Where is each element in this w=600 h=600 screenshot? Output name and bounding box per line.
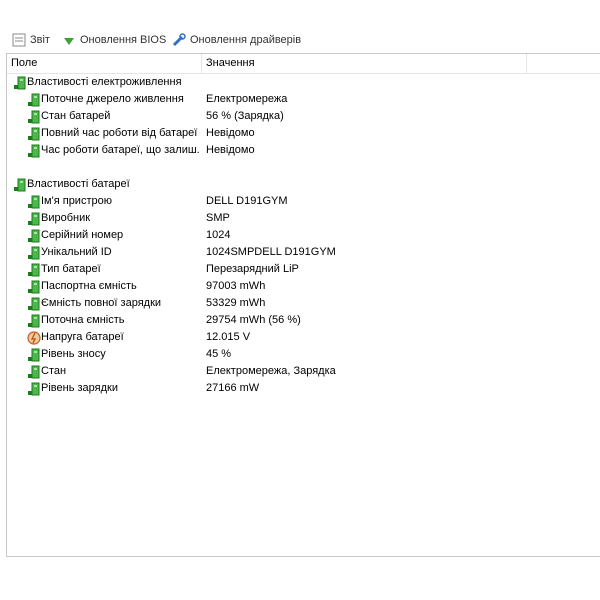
battery-icon: [28, 144, 40, 158]
property-field: Поточна ємність: [41, 314, 125, 326]
property-row[interactable]: Рівень зносу 45 %: [7, 346, 600, 363]
property-row[interactable]: Стан батарей 56 % (Зарядка): [7, 108, 600, 125]
property-field: Рівень зарядки: [41, 382, 118, 394]
battery-icon: [28, 195, 40, 209]
property-field: Напруга батареї: [41, 331, 124, 343]
battery-icon: [28, 127, 40, 141]
property-field: Поточне джерело живлення: [41, 93, 184, 105]
property-field: Час роботи батареї, що залиш...: [41, 144, 199, 156]
property-row[interactable]: Паспортна ємність 97003 mWh: [7, 278, 600, 295]
property-value: Електромережа, Зарядка: [206, 365, 336, 377]
property-field: Ємність повної зарядки: [41, 297, 162, 309]
property-row[interactable]: Напруга батареї 12.015 V: [7, 329, 600, 346]
bios-update-icon: [64, 38, 74, 45]
group-title: Властивості електроживлення: [27, 76, 182, 88]
battery-icon: [28, 314, 40, 328]
property-value: DELL D191GYM: [206, 195, 288, 207]
property-field: Тип батареї: [41, 263, 101, 275]
property-field: Виробник: [41, 212, 91, 224]
battery-icon: [28, 212, 40, 226]
property-row[interactable]: Серійний номер 1024: [7, 227, 600, 244]
column-header-field[interactable]: Поле: [11, 57, 37, 69]
bios-update-button-label: Оновлення BIOS: [80, 34, 167, 46]
property-row[interactable]: Рівень зарядки 27166 mW: [7, 380, 600, 397]
property-field: Паспортна ємність: [41, 280, 137, 292]
property-row[interactable]: Ім'я пристрою DELL D191GYM: [7, 193, 600, 210]
property-field: Унікальний ID: [41, 246, 112, 258]
list-header: Поле Значення: [7, 54, 600, 74]
driver-update-button-label: Оновлення драйверів: [190, 34, 302, 46]
report-button-label: Звіт: [30, 34, 50, 46]
property-value: SMP: [206, 212, 230, 224]
property-value: 45 %: [206, 348, 232, 360]
voltage-icon: [27, 331, 41, 345]
group-header-row[interactable]: Властивості електроживлення: [7, 74, 600, 91]
property-row[interactable]: Виробник SMP: [7, 210, 600, 227]
property-value: 29754 mWh (56 %): [206, 314, 301, 326]
report-button[interactable]: Звіт: [12, 33, 50, 47]
battery-icon: [28, 263, 40, 277]
property-value: 12.015 V: [206, 331, 251, 343]
report-icon: [12, 33, 26, 47]
power-properties-icon: [14, 76, 26, 90]
property-value: Невідомо: [206, 127, 255, 139]
column-header-value[interactable]: Значення: [206, 57, 255, 69]
property-value: 53329 mWh: [206, 297, 266, 309]
column-divider[interactable]: [526, 54, 527, 73]
property-row[interactable]: Ємність повної зарядки 53329 mWh: [7, 295, 600, 312]
property-field: Рівень зносу: [41, 348, 106, 360]
property-row[interactable]: Повний час роботи від батареї Невідомо: [7, 125, 600, 142]
property-row[interactable]: Час роботи батареї, що залиш... Невідомо: [7, 142, 600, 159]
property-row[interactable]: Поточне джерело живлення Електромережа: [7, 91, 600, 108]
property-field: Серійний номер: [41, 229, 124, 241]
battery-icon: [28, 246, 40, 260]
property-field: Стан батарей: [41, 110, 111, 122]
property-value: 1024SMPDELL D191GYM: [206, 246, 336, 258]
toolbar: Звіт Оновлення BIOS Оновлення драйверів: [0, 0, 600, 50]
property-value: Невідомо: [206, 144, 255, 156]
property-value: 1024: [206, 229, 231, 241]
property-row[interactable]: Тип батареї Перезарядний LiP: [7, 261, 600, 278]
bios-update-button[interactable]: Оновлення BIOS: [62, 33, 166, 47]
battery-icon: [28, 297, 40, 311]
property-field: Ім'я пристрою: [41, 195, 112, 207]
group-title: Властивості батареї: [27, 178, 130, 190]
battery-icon: [28, 365, 40, 379]
battery-icon: [28, 382, 40, 396]
property-value: 56 % (Зарядка): [206, 110, 284, 122]
property-field: Стан: [41, 365, 67, 377]
property-row[interactable]: Стан Електромережа, Зарядка: [7, 363, 600, 380]
battery-icon: [28, 93, 40, 107]
battery-icon: [28, 110, 40, 124]
property-value: 27166 mW: [206, 382, 260, 394]
property-row[interactable]: Поточна ємність 29754 mWh (56 %): [7, 312, 600, 329]
column-divider[interactable]: [201, 54, 202, 73]
battery-icon: [28, 280, 40, 294]
property-value: 97003 mWh: [206, 280, 266, 292]
property-value: Перезарядний LiP: [206, 263, 299, 275]
property-field: Повний час роботи від батареї: [41, 127, 198, 139]
battery-icon: [28, 229, 40, 243]
property-value: Електромережа: [206, 93, 288, 105]
property-row[interactable]: Унікальний ID 1024SMPDELL D191GYM: [7, 244, 600, 261]
driver-update-icon: [172, 33, 186, 47]
properties-list[interactable]: Поле Значення Властивості електроживленн…: [6, 53, 600, 557]
group-header-row[interactable]: Властивості батареї: [7, 176, 600, 193]
driver-update-button[interactable]: Оновлення драйверів: [172, 33, 301, 47]
battery-icon: [28, 348, 40, 362]
battery-properties-icon: [14, 178, 26, 192]
